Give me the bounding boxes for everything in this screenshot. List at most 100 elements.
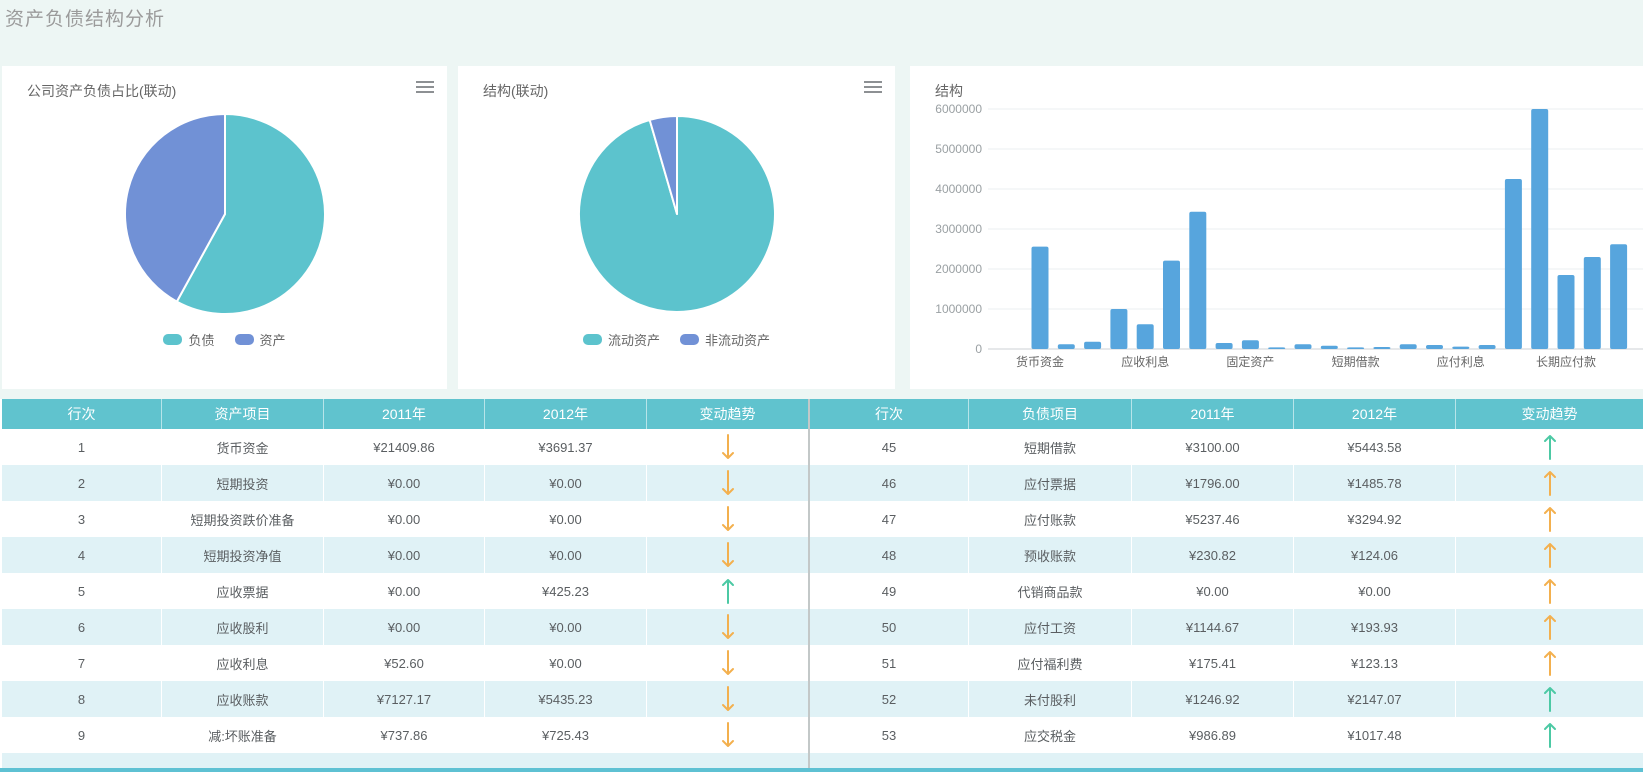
y-axis-tick-label: 5000000 [935, 142, 982, 156]
bar[interactable] [1321, 346, 1338, 349]
cell-item: 应收利息 [162, 645, 324, 681]
trend-up-icon [1542, 504, 1558, 534]
legend-marker-icon [163, 334, 182, 345]
cell-y2011: ¥1796.00 [1132, 465, 1294, 501]
table-row: 2短期投资¥0.00¥0.00 [2, 465, 808, 501]
menu-icon[interactable] [416, 81, 434, 94]
cell-item: 短期借款 [969, 429, 1132, 465]
cell-no: 3 [2, 501, 162, 537]
assets-table: 行次 资产项目 2011年 2012年 变动趋势 1货币资金¥21409.86¥… [2, 399, 808, 768]
legend-item-流动资产[interactable]: 流动资产 [583, 330, 660, 349]
trend-down-icon [720, 468, 736, 498]
bar[interactable] [1373, 347, 1390, 349]
cell-y2011: ¥0.00 [324, 573, 485, 609]
bar[interactable] [1347, 347, 1364, 349]
legend-item-负债[interactable]: 负债 [163, 330, 214, 349]
cell-y2011: ¥986.89 [1132, 717, 1294, 753]
table-row: 5应收票据¥0.00¥425.23 [2, 573, 808, 609]
y-axis-tick-label: 1000000 [935, 302, 982, 316]
cell-no: 6 [2, 609, 162, 645]
cell-no: 2 [2, 465, 162, 501]
x-axis-tick-label: 应付利息 [1437, 354, 1485, 369]
bar[interactable] [1505, 179, 1522, 349]
assets-table-header: 行次 资产项目 2011年 2012年 变动趋势 [2, 399, 808, 429]
bar[interactable] [1137, 324, 1154, 349]
table-row: 47应付账款¥5237.46¥3294.92 [810, 501, 1643, 537]
trend-down-icon [720, 684, 736, 714]
pie-legend: 流动资产 非流动资产 [458, 330, 895, 349]
y-axis-tick-label: 6000000 [935, 102, 982, 116]
pie-chart-current-vs-noncurrent[interactable] [458, 96, 895, 330]
y-axis-tick-label: 2000000 [935, 262, 982, 276]
bar[interactable] [1400, 344, 1417, 349]
cell-trend [1456, 609, 1643, 645]
trend-up-icon [1542, 612, 1558, 642]
column-header: 行次 [2, 399, 162, 429]
cell-no: 46 [810, 465, 969, 501]
trend-down-icon [720, 504, 736, 534]
cell-y2012: ¥5435.23 [485, 681, 647, 717]
pie-card-structure: 结构(联动) 流动资产非流动资产 [458, 66, 895, 389]
bar[interactable] [1479, 345, 1496, 349]
cell-y2011: ¥21409.86 [324, 429, 485, 465]
trend-up-icon [1542, 468, 1558, 498]
column-header: 2011年 [324, 399, 485, 429]
bar-chart-structure[interactable]: 0100000020000003000000400000050000006000… [910, 96, 1643, 389]
cell-trend [1456, 465, 1643, 501]
cell-y2012: ¥123.13 [1294, 645, 1456, 681]
legend-item-非流动资产[interactable]: 非流动资产 [680, 330, 770, 349]
legend-marker-icon [583, 334, 602, 345]
cell-item: 未付股利 [969, 681, 1132, 717]
next-section-edge [0, 768, 1643, 772]
cell-item: 短期投资 [162, 465, 324, 501]
bar[interactable] [1189, 212, 1206, 349]
table-row: 52未付股利¥1246.92¥2147.07 [810, 681, 1643, 717]
cell-y2012: ¥0.00 [485, 501, 647, 537]
bar[interactable] [1032, 247, 1049, 349]
cell-no: 48 [810, 537, 969, 573]
bar[interactable] [1584, 257, 1601, 349]
cell-y2011: ¥0.00 [324, 537, 485, 573]
legend-item-资产[interactable]: 资产 [235, 330, 286, 349]
cell-trend [647, 609, 808, 645]
table-row: 46应付票据¥1796.00¥1485.78 [810, 465, 1643, 501]
trend-down-icon [720, 648, 736, 678]
bar[interactable] [1242, 340, 1259, 349]
bar[interactable] [1531, 109, 1548, 349]
cell-y2011: ¥0.00 [324, 609, 485, 645]
menu-icon[interactable] [864, 81, 882, 94]
column-header: 2011年 [1132, 399, 1294, 429]
bar[interactable] [1084, 342, 1101, 349]
bar[interactable] [1058, 344, 1075, 349]
bar[interactable] [1558, 275, 1575, 349]
bar[interactable] [1610, 244, 1627, 349]
cell-y2011: ¥0.00 [324, 465, 485, 501]
cell-y2012: ¥425.23 [485, 573, 647, 609]
column-header: 行次 [810, 399, 969, 429]
bar[interactable] [1426, 345, 1443, 349]
table-row: 49代销商品款¥0.00¥0.00 [810, 573, 1643, 609]
cell-item: 应交税金 [969, 717, 1132, 753]
trend-up-icon [1542, 720, 1558, 750]
cell-item: 预收账款 [969, 537, 1132, 573]
y-axis-tick-label: 3000000 [935, 222, 982, 236]
table-row: 3短期投资跌价准备¥0.00¥0.00 [2, 501, 808, 537]
bar[interactable] [1452, 347, 1469, 349]
bar[interactable] [1216, 343, 1233, 349]
cell-y2012: ¥124.06 [1294, 537, 1456, 573]
pie-chart-assets-vs-liabilities[interactable] [2, 96, 447, 330]
cell-item: 应收股利 [162, 609, 324, 645]
cell-y2012: ¥2147.07 [1294, 681, 1456, 717]
table-row-partial [2, 753, 808, 768]
bar[interactable] [1268, 347, 1285, 349]
cell-no: 7 [2, 645, 162, 681]
liabilities-table-header: 行次 负债项目 2011年 2012年 变动趋势 [810, 399, 1643, 429]
cell-item: 应付工资 [969, 609, 1132, 645]
cell-y2012: ¥193.93 [1294, 609, 1456, 645]
bar[interactable] [1163, 261, 1180, 349]
cell-y2011: ¥52.60 [324, 645, 485, 681]
bar[interactable] [1295, 344, 1312, 349]
bar[interactable] [1110, 309, 1127, 349]
column-header: 资产项目 [162, 399, 324, 429]
table-row: 51应付福利费¥175.41¥123.13 [810, 645, 1643, 681]
